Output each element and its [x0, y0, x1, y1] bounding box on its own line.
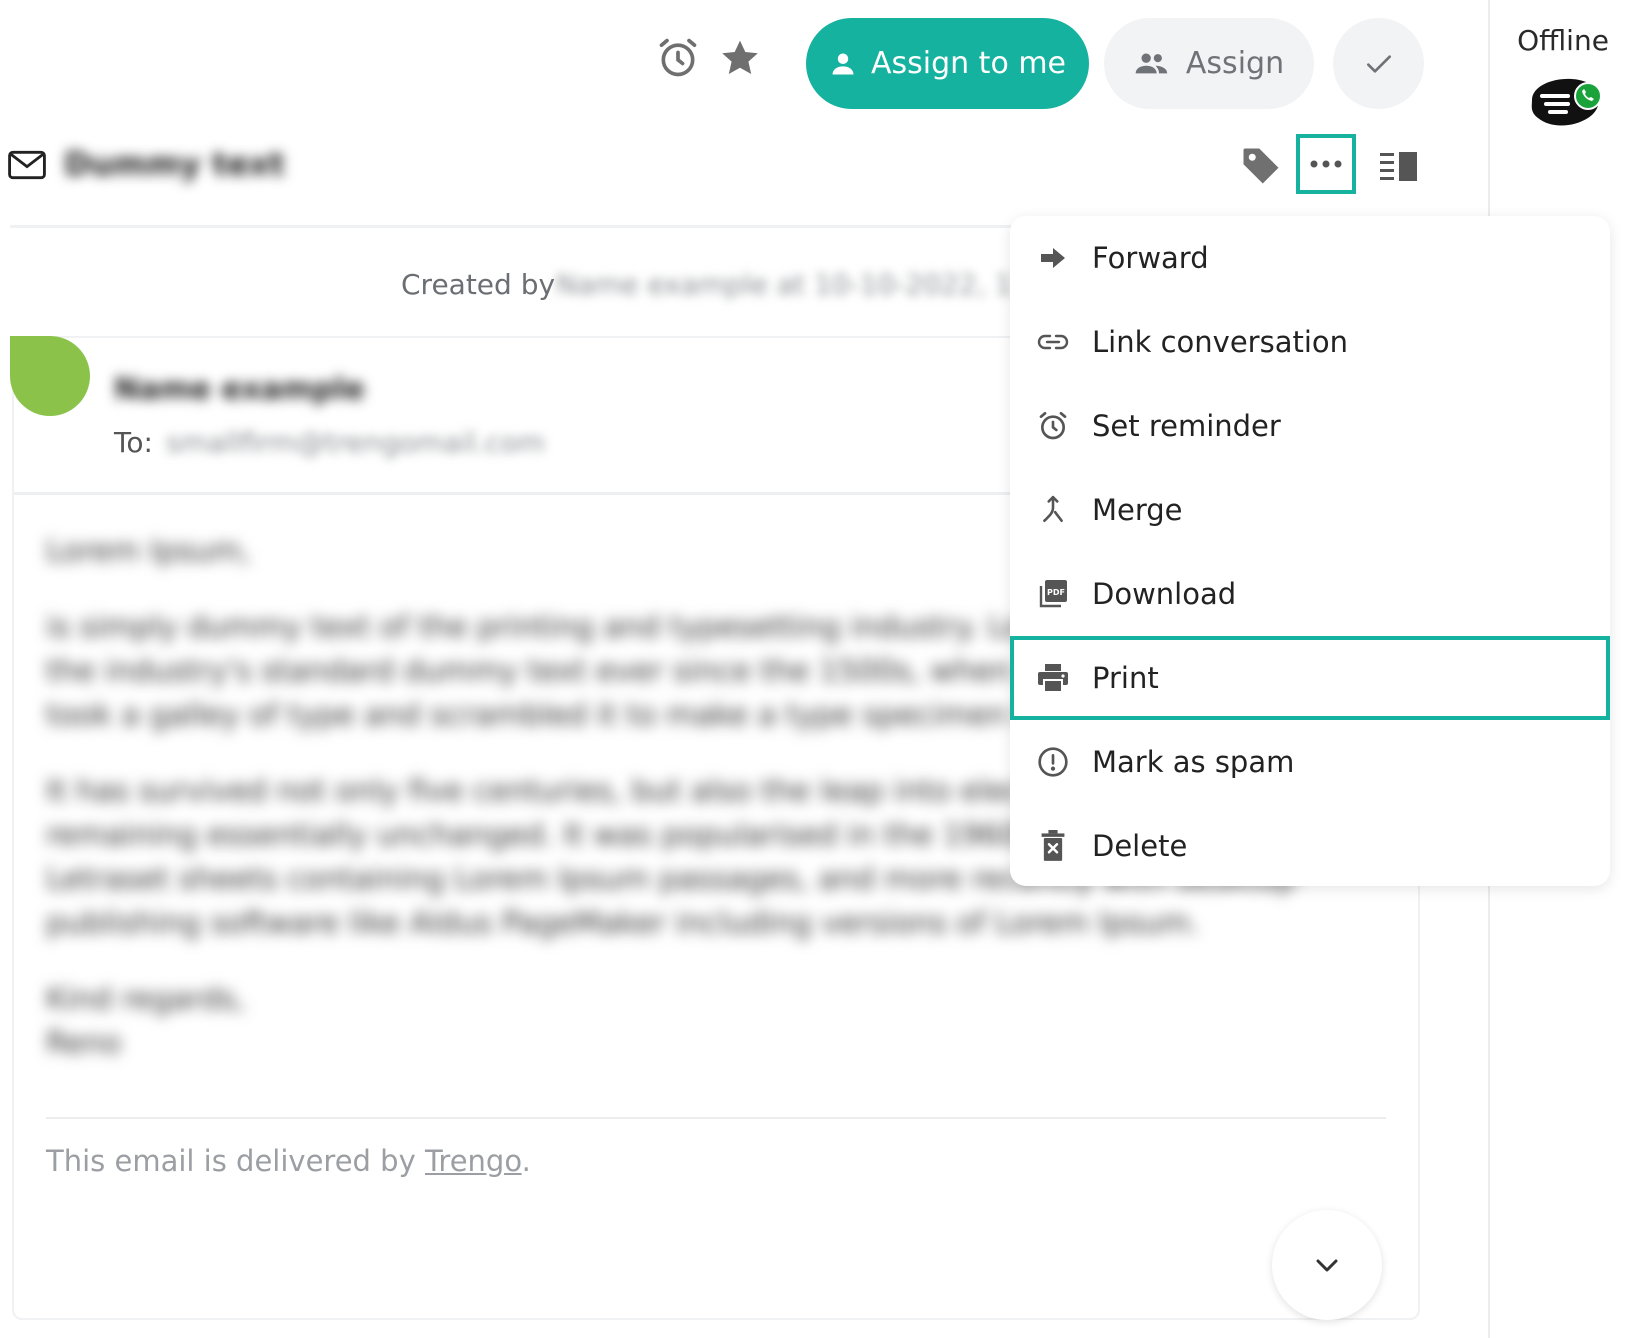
alarm-icon[interactable] — [656, 36, 700, 84]
footer-prefix: This email is delivered by — [46, 1144, 425, 1178]
voip-status-icon[interactable] — [1526, 72, 1608, 134]
tag-icon[interactable] — [1240, 145, 1282, 191]
status-label: Offline — [1517, 24, 1609, 57]
footer-suffix: . — [521, 1144, 531, 1178]
created-by-value: Name example at 10-10-2022, 11:45 — [556, 268, 1076, 301]
pdf-icon: PDF — [1036, 577, 1070, 611]
menu-item-merge[interactable]: Merge — [1010, 468, 1610, 552]
ellipsis-icon — [1309, 159, 1343, 169]
to-label: To: — [114, 426, 153, 459]
menu-item-set-reminder[interactable]: Set reminder — [1010, 384, 1610, 468]
users-icon — [1134, 50, 1170, 78]
menu-item-label: Forward — [1092, 241, 1209, 275]
assign-to-me-label: Assign to me — [870, 46, 1067, 81]
chevron-down-icon — [1314, 1257, 1340, 1273]
to-value: smallfirm@trengomail.com — [166, 426, 545, 459]
email-footer: This email is delivered by Trengo. — [46, 1144, 531, 1178]
menu-item-forward[interactable]: Forward — [1010, 216, 1610, 300]
assign-button[interactable]: Assign — [1104, 18, 1314, 109]
menu-item-label: Link conversation — [1092, 325, 1349, 359]
assign-to-me-button[interactable]: Assign to me — [806, 18, 1089, 109]
avatar — [10, 336, 90, 416]
mail-icon — [8, 150, 46, 184]
body-paragraph: Kind regards, — [46, 982, 246, 1017]
more-options-button[interactable] — [1296, 134, 1356, 194]
menu-item-print[interactable]: Print — [1010, 636, 1610, 720]
more-options-menu: Forward Link conversation Set reminder M… — [1010, 216, 1610, 886]
user-icon — [829, 50, 857, 78]
check-icon — [1363, 48, 1395, 80]
printer-icon — [1036, 661, 1070, 695]
menu-item-label: Mark as spam — [1092, 745, 1295, 779]
forward-icon — [1036, 241, 1070, 275]
scroll-down-button[interactable] — [1272, 1210, 1382, 1320]
menu-item-label: Print — [1092, 661, 1159, 695]
trash-icon — [1036, 829, 1070, 863]
alarm-icon — [1036, 409, 1070, 443]
link-icon — [1036, 325, 1070, 359]
body-paragraph: Reno — [46, 1026, 122, 1061]
conversation-subject: Dummy text — [64, 145, 285, 183]
footer-divider — [46, 1117, 1386, 1119]
menu-item-label: Download — [1092, 577, 1237, 611]
merge-icon — [1036, 493, 1070, 527]
menu-item-delete[interactable]: Delete — [1010, 804, 1610, 888]
star-icon[interactable] — [718, 36, 762, 84]
created-by-label: Created by — [401, 268, 556, 301]
sender-name: Name example — [114, 372, 365, 407]
menu-item-download[interactable]: PDF Download — [1010, 552, 1610, 636]
menu-item-mark-as-spam[interactable]: Mark as spam — [1010, 720, 1610, 804]
alert-circle-icon — [1036, 745, 1070, 779]
menu-item-link-conversation[interactable]: Link conversation — [1010, 300, 1610, 384]
menu-item-label: Set reminder — [1092, 409, 1281, 443]
svg-text:PDF: PDF — [1047, 588, 1065, 597]
trengo-link[interactable]: Trengo — [425, 1144, 522, 1178]
assign-label: Assign — [1185, 46, 1285, 81]
menu-item-label: Merge — [1092, 493, 1183, 527]
toggle-sidebar-icon[interactable] — [1380, 152, 1418, 186]
close-conversation-button[interactable] — [1333, 18, 1424, 109]
menu-item-label: Delete — [1092, 829, 1188, 863]
